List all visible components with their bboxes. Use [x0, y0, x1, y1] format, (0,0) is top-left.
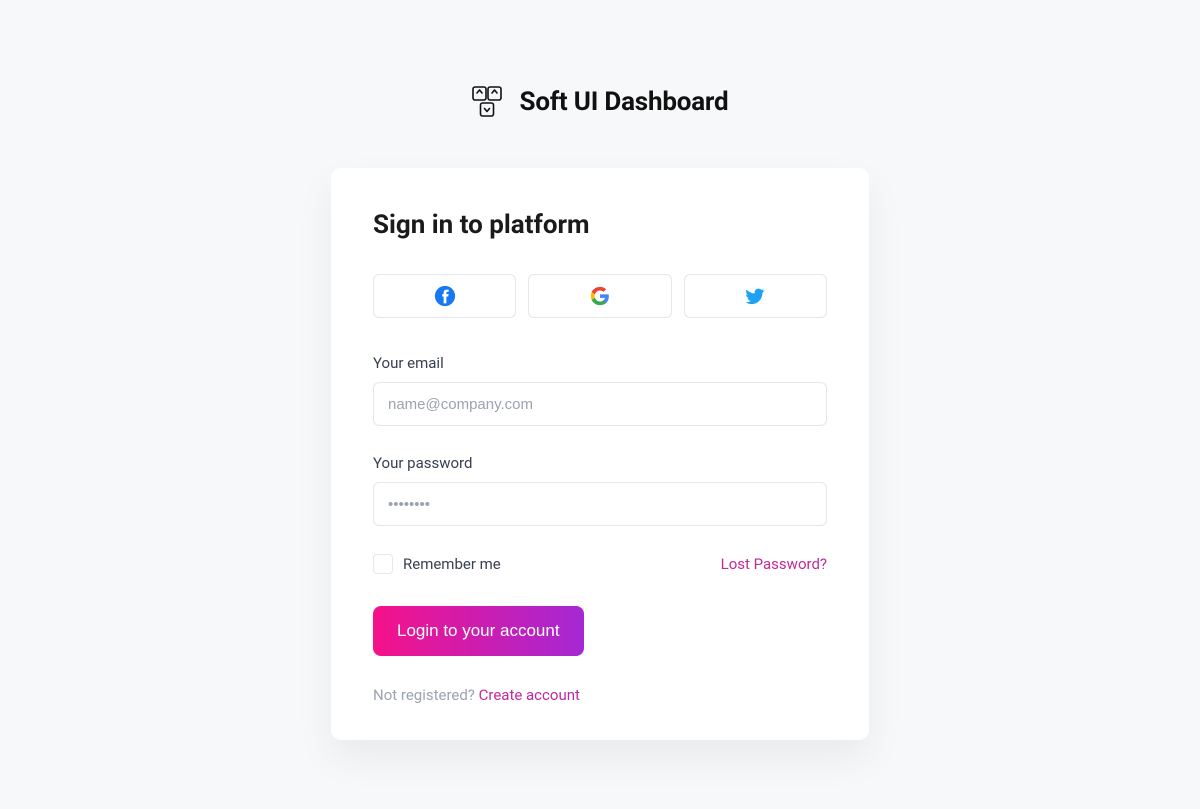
create-account-link[interactable]: Create account — [479, 686, 580, 704]
remember-lost-row: Remember me Lost Password? — [373, 554, 827, 574]
google-button[interactable] — [528, 274, 671, 318]
brand: Soft UI Dashboard — [472, 86, 729, 118]
email-label: Your email — [373, 354, 827, 372]
twitter-icon — [743, 285, 767, 307]
remember-me-wrap[interactable]: Remember me — [373, 554, 501, 574]
password-label: Your password — [373, 454, 827, 472]
twitter-button[interactable] — [684, 274, 827, 318]
password-field[interactable] — [373, 482, 827, 526]
not-registered-text: Not registered? Create account — [373, 686, 827, 704]
password-group: Your password — [373, 454, 827, 526]
brand-title: Soft UI Dashboard — [520, 87, 729, 117]
facebook-button[interactable] — [373, 274, 516, 318]
not-registered-label: Not registered? — [373, 686, 479, 704]
lost-password-link[interactable]: Lost Password? — [721, 555, 827, 573]
email-group: Your email — [373, 354, 827, 426]
login-button[interactable]: Login to your account — [373, 606, 584, 656]
social-buttons-row — [373, 274, 827, 318]
brand-logo-icon — [472, 86, 502, 118]
remember-me-label: Remember me — [403, 555, 501, 573]
google-icon — [589, 285, 611, 307]
facebook-icon — [434, 285, 456, 307]
signin-card: Sign in to platform — [331, 168, 869, 740]
card-title: Sign in to platform — [373, 210, 827, 240]
email-field[interactable] — [373, 382, 827, 426]
remember-me-checkbox[interactable] — [373, 554, 393, 574]
